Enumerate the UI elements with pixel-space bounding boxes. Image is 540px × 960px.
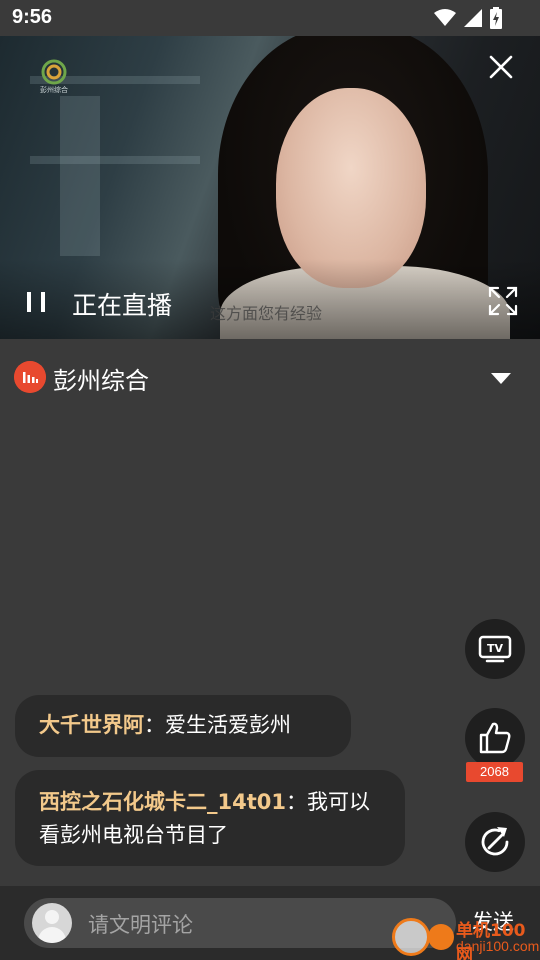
comment-bubble: 西控之石化城卡二_14t01：我可以看彭州电视台节目了 <box>15 770 405 866</box>
status-time: 9:56 <box>12 6 53 28</box>
share-icon <box>481 827 509 856</box>
fullscreen-icon[interactable] <box>486 284 520 318</box>
signal-icon <box>464 9 482 27</box>
comment-placeholder: 请文明评论 <box>88 913 193 937</box>
thumbs-up-icon <box>479 722 511 754</box>
comment-text: 爱生活爱彭州 <box>165 713 291 737</box>
status-bar: 9:56 <box>0 0 540 36</box>
live-status-label: 正在直播 <box>72 291 173 320</box>
watermark-logo-dot <box>428 924 454 950</box>
channel-name: 彭州综合 <box>53 367 149 395</box>
comment-separator: ： <box>286 790 307 814</box>
watermark-logo <box>392 918 430 956</box>
avatar-icon <box>32 903 72 943</box>
background-shelf <box>60 96 100 256</box>
battery-icon <box>490 7 502 29</box>
channel-selector[interactable]: 彭州综合 <box>0 339 540 417</box>
channel-watermark-text: 彭州综合 <box>40 85 68 94</box>
share-button[interactable] <box>465 812 525 872</box>
comment-username[interactable]: 大千世界阿 <box>39 713 144 737</box>
live-tv-screen: 9:56 彭州综合 正在直播 这方面您有经验 彭州综合 TV 2068 大千世界… <box>0 0 540 960</box>
channel-watermark-logo: 彭州综合 <box>40 59 68 94</box>
avatar-body <box>38 927 66 943</box>
comment-username[interactable]: 西控之石化城卡二_14t01 <box>39 790 286 814</box>
comment-bubble: 大千世界阿：爱生活爱彭州 <box>15 695 351 757</box>
wifi-icon <box>434 9 456 26</box>
video-subtitle: 这方面您有经验 <box>210 304 323 323</box>
tv-cast-icon: TV <box>478 635 512 663</box>
chevron-down-icon[interactable] <box>486 367 516 389</box>
pause-icon[interactable] <box>20 284 54 320</box>
background-shelf <box>30 156 200 164</box>
close-icon[interactable] <box>484 50 518 84</box>
avatar-head <box>45 910 59 924</box>
tv-cast-button[interactable]: TV <box>465 619 525 679</box>
presenter-face <box>276 88 426 288</box>
like-count-badge: 2068 <box>466 762 523 782</box>
like-button[interactable] <box>465 708 525 768</box>
site-watermark: 单机100网 danji100.com <box>392 914 540 960</box>
status-icons <box>434 7 502 29</box>
live-channel-icon <box>14 361 46 393</box>
comment-separator: ： <box>144 713 165 737</box>
watermark-url: danji100.com <box>456 938 540 954</box>
svg-text:TV: TV <box>487 642 504 655</box>
video-player[interactable]: 彭州综合 正在直播 这方面您有经验 <box>0 36 540 339</box>
